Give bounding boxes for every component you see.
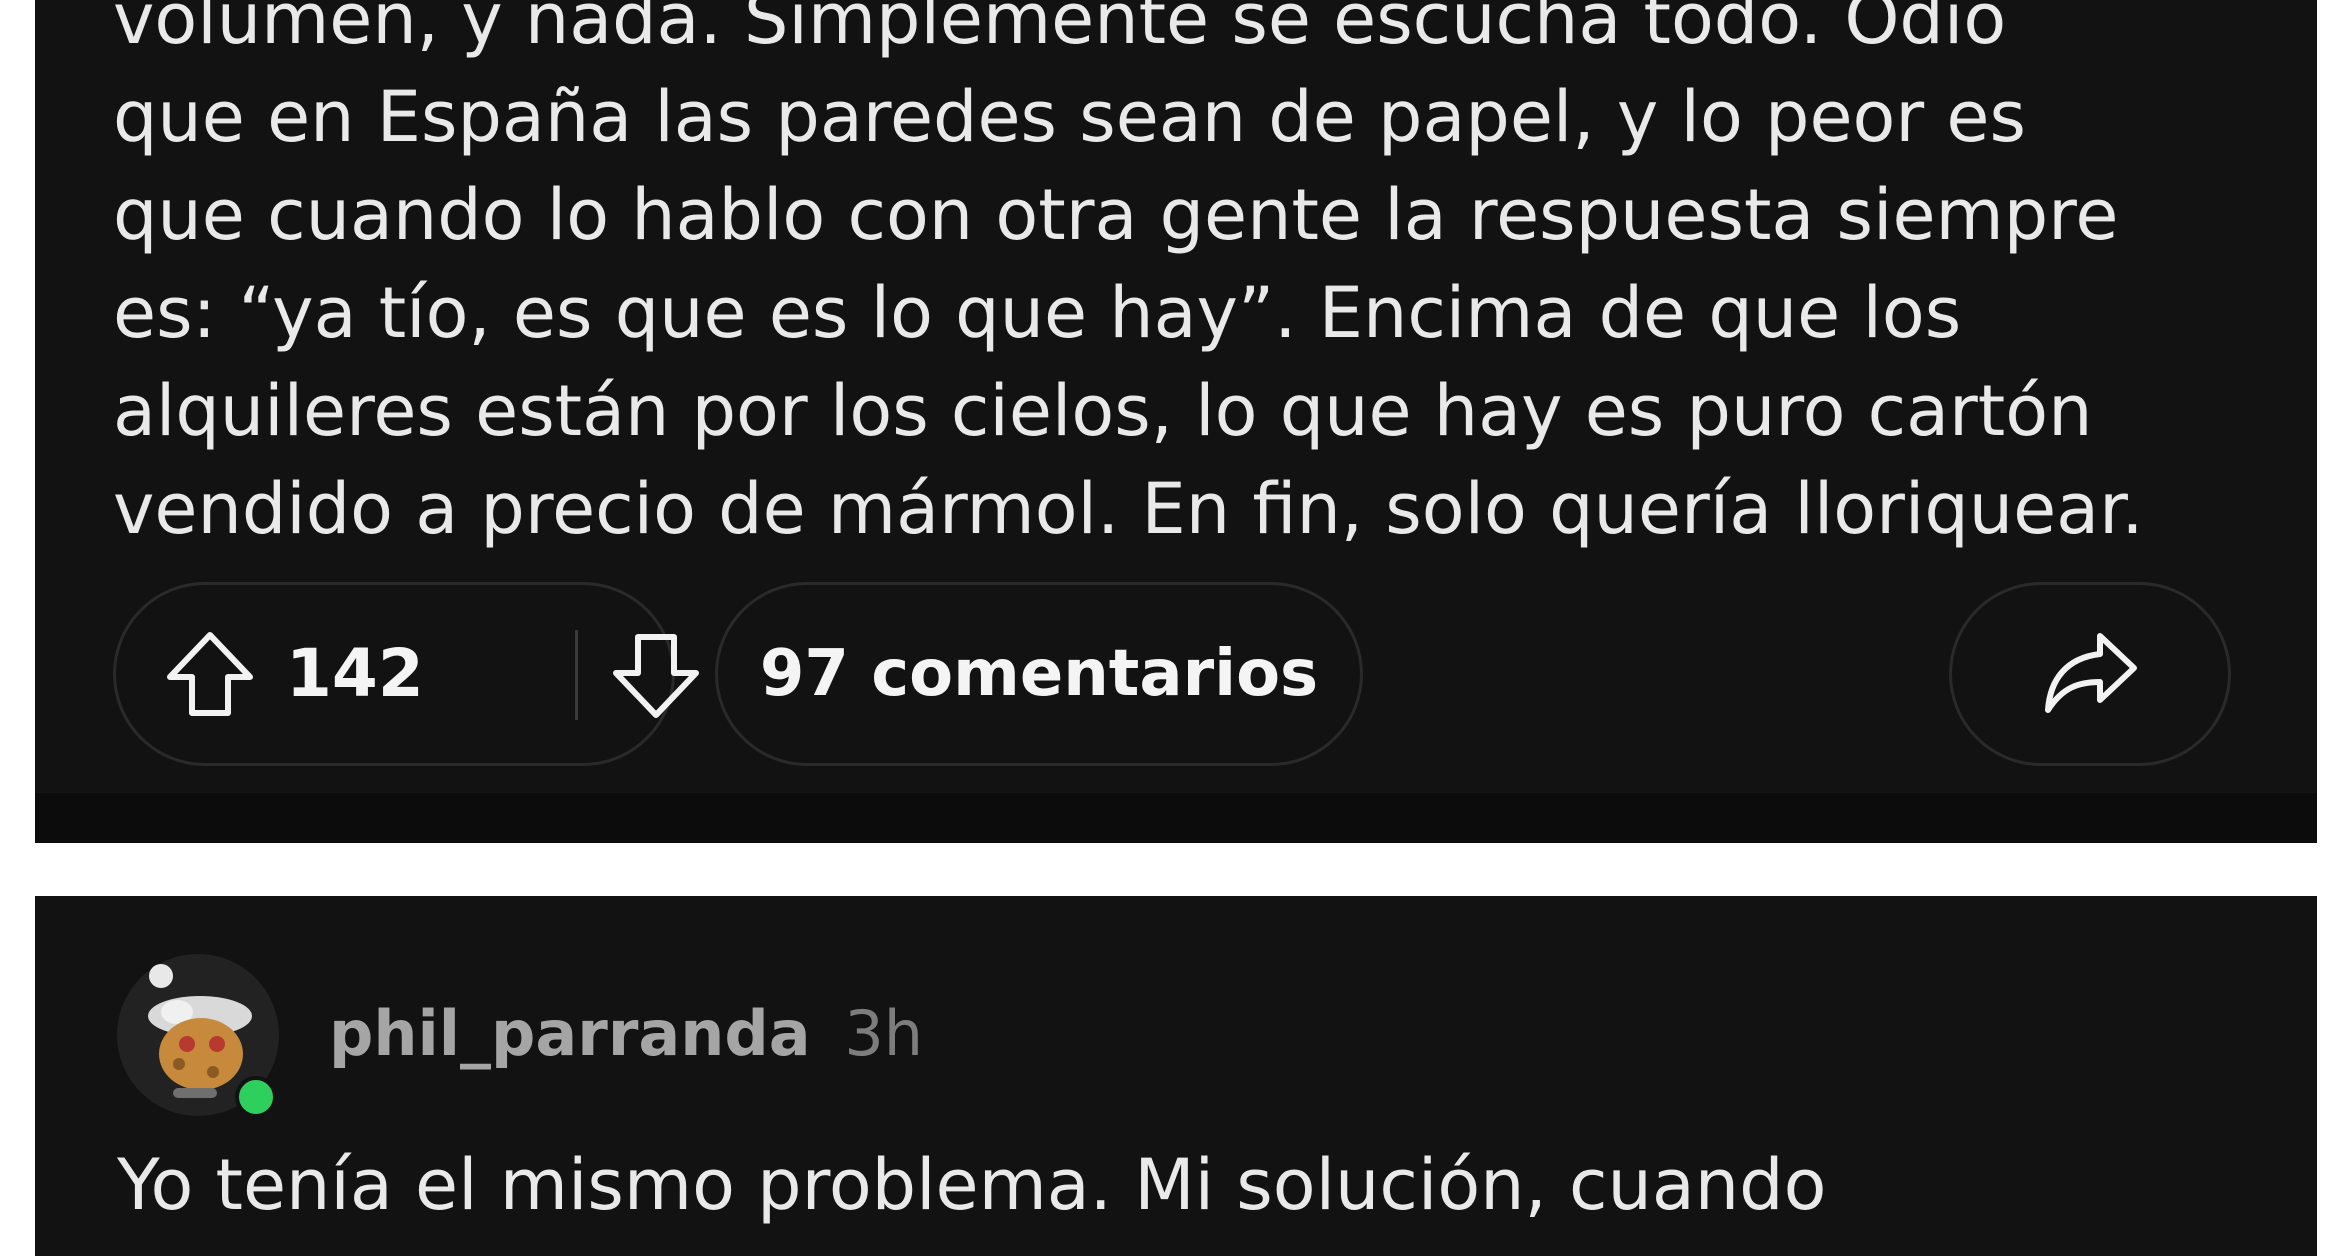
comment-card: phil_parranda 3h Yo tenía el mismo probl… bbox=[35, 896, 2317, 1256]
vote-divider bbox=[575, 630, 578, 720]
comment-username[interactable]: phil_parranda bbox=[329, 997, 811, 1070]
comments-button[interactable]: 97 comentarios bbox=[715, 582, 1363, 766]
vote-score: 142 bbox=[286, 635, 424, 712]
share-button[interactable] bbox=[1949, 582, 2231, 766]
downvote-arrow-icon[interactable] bbox=[608, 627, 704, 723]
vote-pill: 142 bbox=[113, 582, 699, 766]
online-status-dot bbox=[235, 1076, 277, 1118]
comment-timestamp: 3h bbox=[844, 997, 924, 1070]
post-body-line: vendido a precio de mármol. En fin, solo… bbox=[113, 468, 2144, 550]
upvote-arrow-icon[interactable] bbox=[162, 627, 258, 723]
post-body-line: alquileres están por los cielos, lo que … bbox=[113, 370, 2093, 452]
comments-count-label: 97 comentarios bbox=[759, 637, 1319, 711]
card-bottom-strip bbox=[35, 793, 2317, 843]
post-body-line: que cuando lo hablo con otra gente la re… bbox=[113, 174, 2119, 256]
post-body-line: que en España las paredes sean de papel,… bbox=[113, 76, 2026, 158]
comment-body-text: Yo tenía el mismo problema. Mi solución,… bbox=[117, 1144, 1827, 1226]
post-body-text: volumen, y nada. Simplemente se escucha … bbox=[113, 0, 2273, 558]
post-body-line: volumen, y nada. Simplemente se escucha … bbox=[113, 0, 2007, 60]
post-card: volumen, y nada. Simplemente se escucha … bbox=[35, 0, 2317, 843]
post-body-line: es: “ya tío, es que es lo que hay”. Enci… bbox=[113, 272, 1962, 354]
comment-meta: phil_parranda 3h bbox=[329, 994, 923, 1074]
share-arrow-icon bbox=[2045, 633, 2137, 713]
